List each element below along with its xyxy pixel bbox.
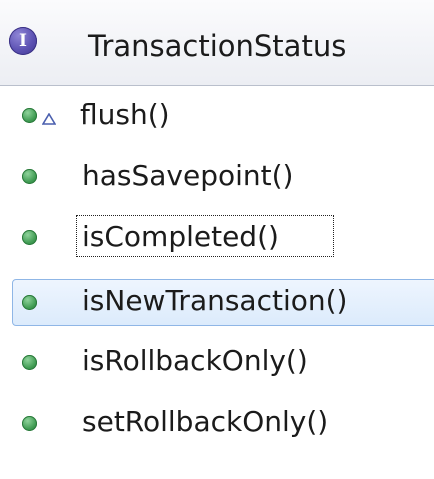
method-label: isRollbackOnly() (82, 344, 308, 377)
public-method-icon (22, 169, 37, 184)
method-row-flush[interactable]: flush() (0, 96, 434, 156)
public-method-icon (22, 355, 37, 370)
public-method-icon (22, 295, 37, 310)
interface-icon: I (9, 27, 37, 55)
default-access-triangle-icon (42, 113, 56, 125)
method-row-isnewtransaction[interactable]: isNewTransaction() (0, 279, 434, 339)
public-method-icon (22, 416, 37, 431)
outline-panel: I TransactionStatus flush() hasSavepoint… (0, 0, 434, 479)
type-header: I TransactionStatus (0, 0, 434, 86)
public-method-icon (22, 230, 37, 245)
interface-icon-letter: I (19, 31, 27, 51)
method-label: isNewTransaction() (82, 284, 348, 317)
method-row-isrollbackonly[interactable]: isRollbackOnly() (0, 341, 434, 401)
method-row-setrollbackonly[interactable]: setRollbackOnly() (0, 402, 434, 462)
public-method-icon (22, 108, 37, 123)
method-label: hasSavepoint() (82, 159, 294, 192)
method-row-hassavepoint[interactable]: hasSavepoint() (0, 157, 434, 217)
method-label: isCompleted() (82, 220, 279, 253)
method-label: flush() (80, 98, 170, 131)
method-row-iscompleted[interactable]: isCompleted() (0, 215, 434, 278)
type-title: TransactionStatus (88, 29, 347, 63)
method-label: setRollbackOnly() (82, 405, 329, 438)
